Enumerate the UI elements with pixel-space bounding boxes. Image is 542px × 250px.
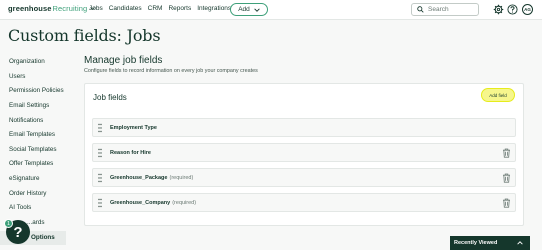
field-row[interactable]: Greenhouse_Package (required) [92,168,516,187]
sidebar-item-ai-tools[interactable]: AI Tools [9,204,31,211]
chevron-down-icon [254,7,260,12]
section-title: Manage job fields [84,55,163,66]
recently-viewed-panel[interactable]: Recently Viewed [450,236,530,250]
notification-badge: 1 [4,219,13,228]
sidebar-item-users[interactable]: Users [9,73,25,80]
trash-icon[interactable] [502,198,511,208]
add-button-label: Add [238,6,250,13]
brand-name: greenhouse [8,4,52,13]
drag-handle-icon[interactable] [98,198,102,208]
trash-icon[interactable] [502,148,511,158]
field-name: Employment Type [110,125,157,131]
field-name: Greenhouse_Company (required) [110,200,197,206]
sidebar-item-notifications[interactable]: Notifications [9,117,43,124]
add-field-button[interactable]: Add field [481,88,515,102]
field-row[interactable]: Greenhouse_Company (required) [92,193,516,212]
nav-link-crm[interactable]: CRM [148,5,163,12]
drag-handle-icon[interactable] [98,173,102,183]
nav-link-reports[interactable]: Reports [168,5,191,12]
nav-link-jobs[interactable]: Jobs [89,5,103,12]
sidebar-item-organization[interactable]: Organization [9,58,45,65]
nav-link-candidates[interactable]: Candidates [109,5,142,12]
add-button[interactable]: Add [230,3,268,16]
chevron-up-icon [517,241,523,245]
sidebar-item-boards[interactable]: ...ards [27,219,45,226]
page-title: Custom fields: Jobs [8,26,161,45]
required-tag: (required) [172,200,197,206]
question-mark-icon: ? [13,223,23,241]
search-placeholder: Search [428,6,449,13]
gear-icon[interactable] [493,4,504,15]
recently-viewed-label: Recently Viewed [454,240,498,246]
section-subtitle: Configure fields to record information o… [84,68,258,74]
sidebar-item-offer-templates[interactable]: Offer Templates [9,160,53,167]
sidebar-item-social-templates[interactable]: Social Templates [9,146,57,153]
field-name: Reason for Hire [110,150,151,156]
search-input[interactable]: Search [411,3,479,16]
user-avatar[interactable]: AG [522,4,533,15]
sidebar-item-email-settings[interactable]: Email Settings [9,102,49,109]
drag-handle-icon[interactable] [98,148,102,158]
field-row[interactable]: Employment Type [92,118,516,137]
sidebar-item-email-templates[interactable]: Email Templates [9,131,55,138]
trash-icon[interactable] [502,173,511,183]
drag-handle-icon[interactable] [98,123,102,133]
job-fields-card: Job fields Add field Employment Type Rea… [84,83,524,226]
sidebar-item-order-history[interactable]: Order History [9,190,46,197]
nav-links: Jobs Candidates CRM Reports Integrations [89,5,231,12]
field-row[interactable]: Reason for Hire [92,143,516,162]
brand-product: Recruiting [52,4,88,13]
sidebar-item-options[interactable]: Options [31,234,55,241]
top-navigation: greenhouse Recruiting Jobs Candidates CR… [0,0,542,20]
sidebar-item-esignature[interactable]: eSignature [9,175,39,182]
search-icon [417,6,424,13]
card-title: Job fields [93,93,127,102]
required-tag: (required) [169,175,194,181]
field-name: Greenhouse_Package (required) [110,175,194,181]
nav-link-integrations[interactable]: Integrations [197,5,231,12]
sidebar-item-permission-policies[interactable]: Permission Policies [9,87,64,94]
help-icon[interactable] [507,4,518,15]
brand-logo[interactable]: greenhouse Recruiting [8,4,96,13]
